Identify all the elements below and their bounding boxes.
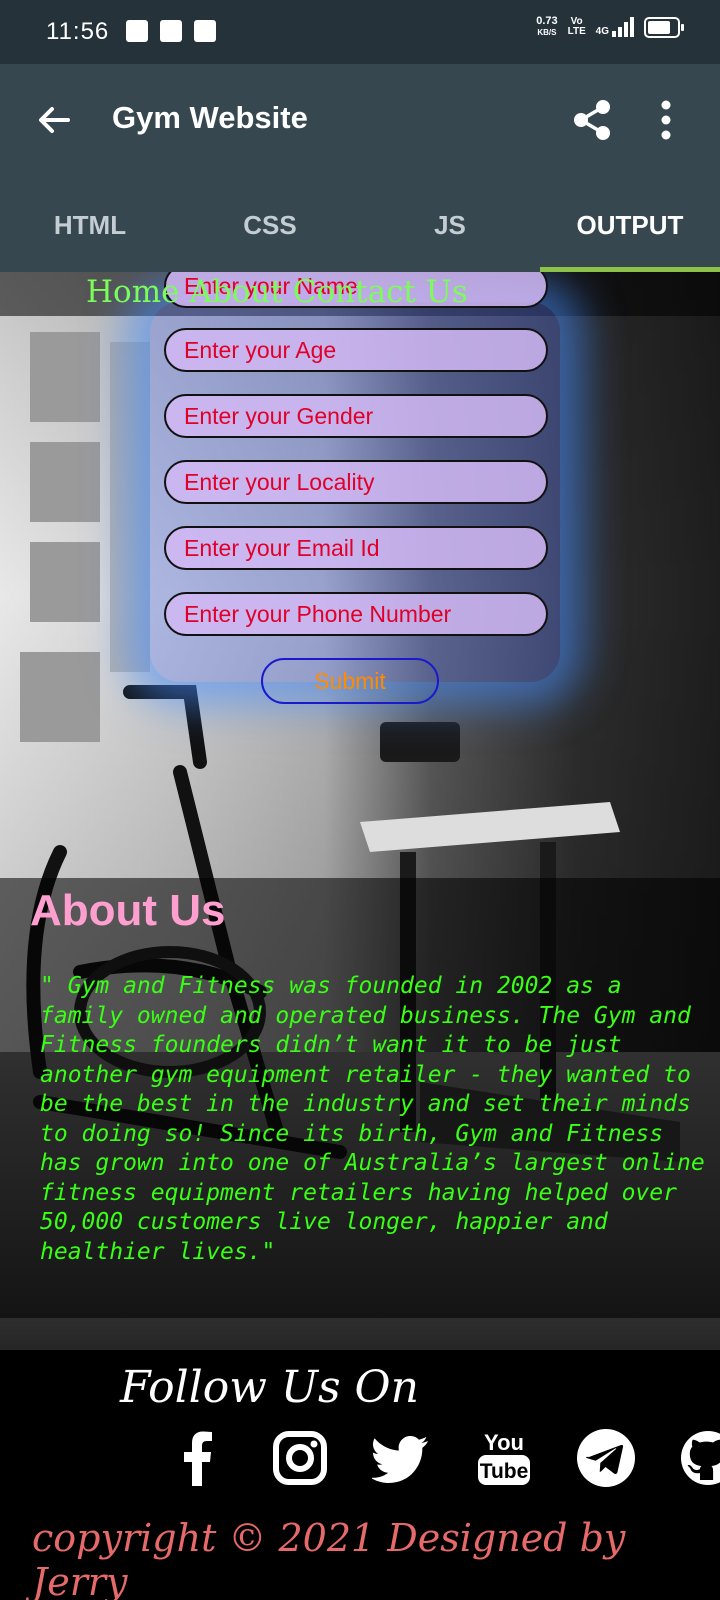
youtube-icon[interactable]: You Tube (474, 1428, 534, 1488)
site-nav: Home About Contact Us (86, 274, 468, 310)
tab-output[interactable]: OUTPUT (540, 174, 720, 272)
submit-button[interactable]: Submit (261, 658, 439, 704)
tab-html[interactable]: HTML (0, 174, 180, 272)
site-footer: Follow Us On You Tube copyright © 2021 D… (0, 1350, 720, 1600)
copyright-text: copyright © 2021 Designed by Jerry (32, 1516, 626, 1600)
twitter-icon[interactable] (372, 1428, 432, 1488)
more-vert-icon[interactable] (660, 100, 672, 140)
tab-js[interactable]: JS (360, 174, 540, 272)
network-type: 4G (595, 26, 609, 37)
status-bar: 11:56 0.73 KB/S Vo LTE 4G (0, 0, 720, 64)
github-icon[interactable] (678, 1428, 720, 1488)
about-text: " Gym and Fitness was founded in 2002 as… (40, 973, 705, 1265)
signal-group: 4G (596, 17, 634, 37)
volte-badge: Vo LTE (567, 16, 586, 37)
nav-contact-link[interactable]: Contact Us (293, 274, 468, 310)
news-notification-icon (126, 20, 148, 42)
youtube-tube-text: Tube (480, 1460, 529, 1483)
github-notification-icon (194, 20, 216, 42)
output-preview: Home About Contact Us Submit About Us " … (0, 272, 720, 1600)
net-speed-value: 0.73 (536, 15, 558, 27)
facebook-icon[interactable] (168, 1428, 228, 1488)
about-title: About Us (30, 886, 226, 935)
page-title: Gym Website (112, 100, 308, 135)
phone-input[interactable] (164, 592, 548, 636)
status-time: 11:56 (46, 18, 110, 45)
nav-home-link[interactable]: Home (86, 274, 179, 310)
tab-bar: HTML CSS JS OUTPUT (0, 174, 720, 272)
net-speed: 0.73 KB/S (536, 16, 557, 38)
arrow-left-icon[interactable] (34, 100, 74, 140)
gender-input[interactable] (164, 394, 548, 438)
notification-icons (126, 20, 216, 42)
email-input[interactable] (164, 526, 548, 570)
telegram-icon[interactable] (576, 1428, 636, 1488)
age-input[interactable] (164, 328, 548, 372)
signal-icon (612, 17, 634, 37)
status-right: 0.73 KB/S Vo LTE 4G (536, 16, 684, 38)
tab-css[interactable]: CSS (180, 174, 360, 272)
social-links: You Tube (168, 1428, 720, 1488)
share-icon[interactable] (570, 98, 614, 142)
snapchat-notification-icon (160, 20, 182, 42)
follow-heading: Follow Us On (120, 1362, 419, 1413)
youtube-you-text: You (484, 1430, 524, 1455)
instagram-icon[interactable] (270, 1428, 330, 1488)
battery-icon (644, 16, 684, 38)
locality-input[interactable] (164, 460, 548, 504)
nav-about-link[interactable]: About (189, 274, 282, 310)
net-speed-unit: KB/S (537, 28, 557, 37)
app-bar: Gym Website (0, 64, 720, 174)
